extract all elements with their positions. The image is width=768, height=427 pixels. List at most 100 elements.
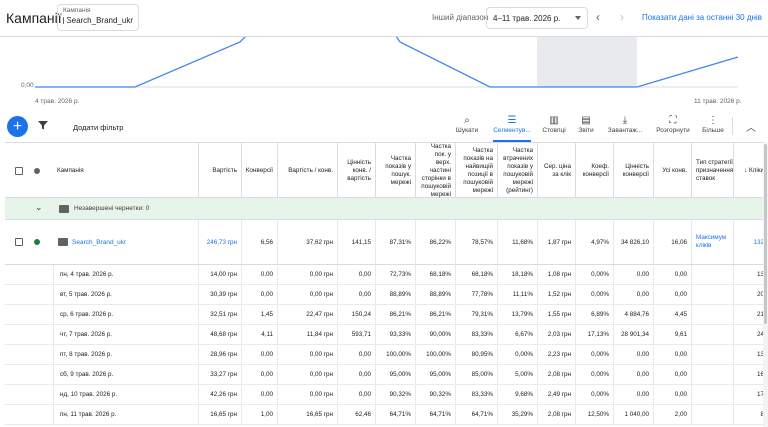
cell-bid [691,345,733,364]
cell-allc: 0,00 [653,385,691,404]
campaign-bid-strategy[interactable]: Максимум кліків [691,220,733,264]
cell-lost: 18,18% [497,265,537,284]
campaign-selector[interactable]: Кампанія Search_Brand_ukr [57,4,139,31]
chevron-left-icon[interactable]: ‹ [596,10,600,24]
table-header: Кампанія Вартість Конверсії Вартість / к… [5,142,768,199]
table-scrollbar[interactable] [763,142,768,427]
cell-conv: 1,00 [241,405,277,424]
cell-cpc: 1,55 грн [537,305,575,324]
cell-top: 86,21% [415,305,455,324]
th-top-is[interactable]: Частка пок. у верх. частині сторінки в п… [415,143,455,199]
campaign-all-conv: 16,06 [653,220,691,264]
cell-date: ср, 6 трав. 2026 р. [53,305,198,324]
cell-is: 88,89% [375,285,415,304]
th-lost-is-rank[interactable]: Частка втрачених показів у пошуковій мер… [497,143,537,199]
status-header-dot [34,168,40,174]
cell-date: пт, 8 трав. 2026 р. [53,345,198,364]
cell-cpc: 2,03 грн [537,325,575,344]
th-cost[interactable]: Вартість [198,143,241,199]
cell-abs: 85,00% [455,365,497,384]
download-icon: ⤓ [622,115,628,126]
cell-top: 68,18% [415,265,455,284]
cell-bid [691,285,733,304]
cell-bid [691,265,733,284]
status-enabled-dot [34,239,40,245]
th-conv-value[interactable]: Цінність конверсії [613,143,653,199]
collapse-chevron-up-icon[interactable]: ︿ [746,119,756,134]
page-title: Кампанії [6,10,62,26]
cell-abs: 79,31% [455,305,497,324]
th-cost-per-conv[interactable]: Вартість / конв. [277,143,337,199]
th-campaign[interactable]: Кампанія [53,143,198,199]
table-row: пн, 11 трав. 2026 р. 16,65 грн 1,00 16,65 г… [5,405,768,425]
cell-lost: 11,11% [497,285,537,304]
cell-is: 64,71% [375,405,415,424]
cell-conv: 0,00 [241,285,277,304]
date-range-label: Інший діапазон [432,13,489,22]
table-row: пт, 8 трав. 2026 р. 28,96 грн 0,00 0,00 грн… [5,345,768,365]
cell-abs: 83,33% [455,325,497,344]
cell-conv: 0,00 [241,365,277,384]
cell-lost: 9,68% [497,385,537,404]
add-campaign-button[interactable]: + [7,116,28,137]
show-last-30-days-link[interactable]: Показати дані за останні 30 днів [642,13,762,22]
filter-icon[interactable] [38,120,48,130]
cell-is: 100,00% [375,345,415,364]
row-checkbox[interactable] [15,238,23,246]
th-conv-value-cost[interactable]: Цінність конв. / вартість [337,143,375,199]
cell-lost: 35,29% [497,405,537,424]
cell-cvc: 0,00 [337,385,375,404]
segment-tool-button[interactable]: ☰ Сегментув... [489,115,535,142]
drafts-group-row[interactable]: ⌄ Незавершені чернетки: 0 [5,198,768,220]
chart-y-tick: 0,00 [21,82,34,89]
cell-cvc: 593,71 [337,325,375,344]
campaign-conv-rate: 4,97% [575,220,613,264]
cell-cvc: 0,00 [337,365,375,384]
campaign-cost-conv: 37,62 грн [277,220,337,264]
campaign-avg-cpc: 1,87 грн [537,220,575,264]
th-bid-strategy[interactable]: Тип стратегії призначення ставок [691,143,733,199]
cell-cv: 4 884,76 [613,305,653,324]
table-row: нд, 10 трав. 2026 р. 42,26 грн 0,00 0,00 гр… [5,385,768,405]
cell-conv: 4,11 [241,325,277,344]
th-abs-top-is[interactable]: Частка показів на найвищій позиції в пош… [455,143,497,199]
cell-allc: 0,00 [653,265,691,284]
cell-cost: 32,51 грн [198,305,241,324]
cell-cv: 28 901,34 [613,325,653,344]
dropdown-caret-icon [575,16,581,20]
cell-top: 64,71% [415,405,455,424]
scrollbar-thumb[interactable] [764,144,767,324]
th-search-is[interactable]: Частка показів у пошук. мережі [375,143,415,199]
campaign-lost-is: 11,68% [497,220,537,264]
cell-cr: 12,50% [575,405,613,424]
cell-bid [691,305,733,324]
cell-cost: 48,68 грн [198,325,241,344]
cell-date: сб, 9 трав. 2026 р. [53,365,198,384]
campaign-row[interactable]: Search_Brand_ukr 246,73 грн 6,56 37,62 г… [5,220,768,265]
cell-allc: 0,00 [653,285,691,304]
th-all-conv[interactable]: Усі конв. [653,143,691,199]
th-conv-rate[interactable]: Коеф. конверсії [575,143,613,199]
chevron-right-icon[interactable]: › [620,10,624,24]
cell-bid [691,365,733,384]
select-all-checkbox[interactable] [15,167,23,175]
cell-cpc: 2,23 грн [537,345,575,364]
more-tool-button[interactable]: ⋮ Більше [690,115,736,134]
cell-lost: 5,00% [497,365,537,384]
cell-is: 72,73% [375,265,415,284]
cell-top: 88,89% [415,285,455,304]
th-conversions[interactable]: Конверсії [241,143,277,199]
cell-cvc: 62,46 [337,405,375,424]
cell-bid [691,385,733,404]
chevron-down-icon[interactable]: ⌄ [35,202,43,213]
campaign-name-link[interactable]: Search_Brand_ukr [58,238,126,246]
cell-lost: 6,67% [497,325,537,344]
date-range-picker[interactable]: 4–11 трав. 2026 р. [486,7,588,29]
campaign-cost[interactable]: 246,73 грн [198,220,241,264]
download-tool-button[interactable]: ⤓ Завантаж... [602,115,648,134]
cell-cr: 0,00% [575,365,613,384]
add-filter-button[interactable]: Додати фільтр [73,123,123,132]
th-avg-cpc[interactable]: Сер. ціна за клік [537,143,575,199]
cell-cpc: 1,08 грн [537,265,575,284]
search-tool-button[interactable]: ⌕ Шукати [444,115,490,134]
